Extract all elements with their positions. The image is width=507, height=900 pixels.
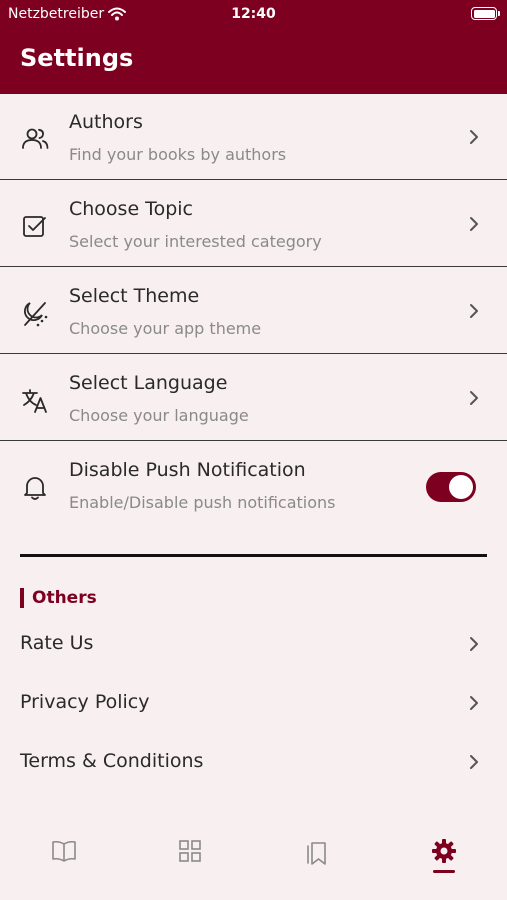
others-item-label: Rate Us (20, 632, 94, 654)
bell-icon (24, 477, 46, 500)
page-title: Settings (20, 44, 134, 72)
chevron-right-icon (470, 755, 478, 769)
settings-row-title: Select Theme (69, 285, 200, 307)
bookmark-icon (307, 842, 326, 865)
grid-icon (179, 840, 201, 862)
status-time: 12:40 (231, 6, 276, 22)
settings-row-subtitle: Enable/Disable push notifications (69, 493, 336, 512)
others-item-rate-us[interactable]: Rate Us (0, 622, 507, 666)
toggle-knob (449, 475, 473, 499)
settings-row-select-language[interactable]: Select Language Choose your language (0, 355, 507, 441)
users-icon (22, 128, 49, 149)
chevron-right-icon (470, 130, 478, 144)
gear-icon (432, 839, 456, 863)
settings-row-title: Authors (69, 111, 143, 133)
bottom-tab-bar (0, 815, 507, 900)
active-tab-indicator (433, 870, 455, 873)
battery-icon (471, 7, 500, 20)
settings-row-select-theme[interactable]: Select Theme Choose your app theme (0, 268, 507, 354)
others-item-privacy-policy[interactable]: Privacy Policy (0, 681, 507, 725)
section-label: Others (32, 588, 97, 608)
chevron-right-icon (470, 304, 478, 318)
section-divider (20, 554, 487, 557)
push-notification-toggle[interactable] (426, 472, 476, 502)
settings-row-subtitle: Select your interested category (69, 232, 322, 251)
settings-row-title: Select Language (69, 372, 228, 394)
tab-settings[interactable] (424, 835, 464, 875)
others-item-label: Terms & Conditions (20, 750, 204, 772)
settings-row-push-notification: Disable Push Notification Enable/Disable… (0, 442, 507, 528)
others-item-terms-conditions[interactable]: Terms & Conditions (0, 740, 507, 784)
settings-row-subtitle: Choose your language (69, 406, 249, 425)
tab-categories[interactable] (170, 835, 210, 875)
settings-row-authors[interactable]: Authors Find your books by authors (0, 94, 507, 180)
settings-row-title: Disable Push Notification (69, 459, 306, 481)
translate-icon (22, 389, 47, 413)
chevron-right-icon (470, 391, 478, 405)
checkbox-icon (23, 216, 46, 237)
book-icon (52, 840, 76, 862)
settings-row-title: Choose Topic (69, 198, 193, 220)
tab-bookmarks[interactable] (296, 835, 336, 875)
tab-library[interactable] (43, 835, 83, 875)
section-header-others: Others (20, 588, 97, 608)
others-item-label: Privacy Policy (20, 691, 150, 713)
theme-icon (23, 302, 48, 327)
section-accent-bar (20, 588, 24, 608)
chevron-right-icon (470, 696, 478, 710)
app-bar: Settings (0, 30, 507, 94)
settings-row-choose-topic[interactable]: Choose Topic Select your interested cate… (0, 181, 507, 267)
chevron-right-icon (470, 637, 478, 651)
status-bar: Netzbetreiber 12:40 (0, 0, 507, 30)
settings-row-subtitle: Choose your app theme (69, 319, 262, 338)
settings-row-subtitle: Find your books by authors (69, 145, 287, 164)
chevron-right-icon (470, 217, 478, 231)
